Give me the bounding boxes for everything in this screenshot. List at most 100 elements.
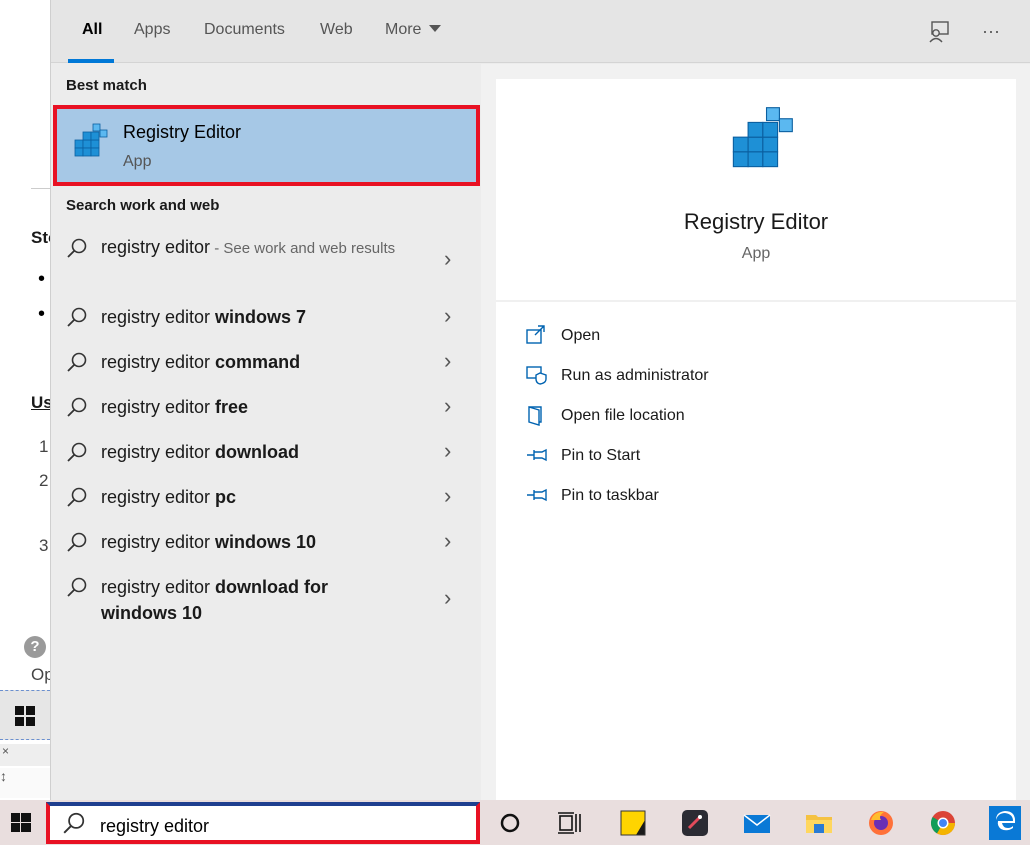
list-item[interactable]: registry editor windows 7 › bbox=[51, 303, 481, 334]
cortana-icon[interactable] bbox=[495, 808, 525, 838]
suggestion-bold: command bbox=[215, 352, 301, 372]
tab-more-label: More bbox=[385, 21, 422, 38]
preview-subtitle: App bbox=[741, 245, 771, 262]
list-item[interactable]: registry editor free › bbox=[51, 393, 481, 424]
ellipsis-icon[interactable]: ··· bbox=[978, 18, 1004, 44]
background-heading: Sto bbox=[31, 228, 50, 247]
background-bullet: • bbox=[38, 268, 46, 290]
suggestion-text: registry editor bbox=[101, 352, 216, 372]
list-item[interactable]: registry editor pc › bbox=[51, 483, 481, 514]
open-file-location-label: Open file location bbox=[561, 407, 685, 424]
list-item-text: registry editor - See work and web resul… bbox=[101, 234, 431, 262]
list-item[interactable]: registry editor - See work and web resul… bbox=[51, 234, 481, 290]
feedback-icon[interactable] bbox=[926, 18, 952, 44]
list-item-text: registry editor download bbox=[101, 439, 431, 465]
taskbar: registry editor bbox=[0, 800, 1030, 845]
pin-icon bbox=[527, 488, 547, 502]
file-location-icon bbox=[528, 406, 542, 426]
search-icon bbox=[67, 487, 87, 507]
background-list-number: 2 bbox=[39, 471, 49, 490]
suggestion-text: registry editor bbox=[101, 442, 216, 462]
search-icon bbox=[63, 812, 85, 834]
best-match-type: App bbox=[123, 153, 152, 170]
pin-to-taskbar-action[interactable]: Pin to taskbar bbox=[526, 483, 826, 511]
tab-apps[interactable]: Apps bbox=[134, 21, 170, 39]
list-item-text: registry editor command bbox=[101, 349, 431, 375]
help-icon[interactable]: ? bbox=[24, 636, 46, 658]
app-icon[interactable] bbox=[680, 808, 710, 838]
task-view-icon[interactable] bbox=[555, 808, 585, 838]
chevron-right-icon: › bbox=[444, 303, 452, 328]
run-as-admin-action[interactable]: Run as administrator bbox=[526, 363, 826, 391]
tab-more[interactable]: More bbox=[385, 21, 442, 39]
mail-icon[interactable] bbox=[742, 808, 772, 838]
run-as-admin-label: Run as administrator bbox=[561, 367, 709, 384]
open-action[interactable]: Open bbox=[526, 323, 826, 351]
windows-logo-icon[interactable] bbox=[15, 706, 35, 726]
search-icon bbox=[67, 442, 87, 462]
search-icon bbox=[67, 307, 87, 327]
best-match-heading: Best match bbox=[66, 77, 147, 94]
taskbar-search-box[interactable]: registry editor bbox=[46, 802, 480, 844]
suggestion-bold: download bbox=[215, 442, 300, 462]
suggestion-text: registry editor bbox=[101, 307, 216, 327]
chevron-right-icon: › bbox=[444, 348, 452, 373]
firefox-icon[interactable] bbox=[866, 808, 896, 838]
suggestion-text: registry editor bbox=[101, 397, 216, 417]
background-bullet: • bbox=[38, 303, 46, 325]
pin-to-start-label: Pin to Start bbox=[561, 447, 641, 464]
active-tab-indicator bbox=[68, 59, 114, 63]
list-item-text: registry editor windows 10 bbox=[101, 529, 431, 555]
chevron-right-icon: › bbox=[444, 438, 452, 463]
windows-start-icon[interactable] bbox=[0, 800, 45, 845]
search-input[interactable]: registry editor bbox=[100, 816, 209, 837]
background-list-number: 3 bbox=[39, 536, 49, 555]
results-pane: Best match Registry Editor App Search wo… bbox=[51, 64, 481, 800]
list-item[interactable]: registry editor windows 10 › bbox=[51, 528, 481, 559]
chevron-right-icon: › bbox=[444, 393, 452, 418]
list-item[interactable]: registry editor command › bbox=[51, 348, 481, 379]
chrome-icon[interactable] bbox=[928, 808, 958, 838]
divider bbox=[496, 300, 1016, 302]
search-flyout: All Apps Documents Web More ··· Best mat… bbox=[50, 0, 1030, 802]
preview-title: Registry Editor bbox=[683, 209, 829, 234]
list-item-text: registry editor download for windows 10 bbox=[101, 574, 361, 626]
list-item[interactable]: registry editor download for windows 10 … bbox=[51, 574, 481, 630]
list-item[interactable]: registry editor download › bbox=[51, 438, 481, 469]
chevron-right-icon: › bbox=[444, 483, 452, 508]
search-icon bbox=[67, 577, 87, 597]
edge-icon[interactable] bbox=[989, 806, 1021, 840]
chevron-down-icon bbox=[429, 25, 442, 32]
preview-pane: Registry Editor App Open Run as administ… bbox=[481, 64, 1030, 802]
background-link[interactable]: Us bbox=[31, 393, 50, 413]
suggestion-text: registry editor bbox=[101, 577, 216, 597]
close-icon[interactable]: × bbox=[0, 744, 50, 766]
suggestion-bold: windows 10 bbox=[215, 532, 317, 552]
background-text: Op bbox=[31, 665, 50, 684]
search-icon bbox=[67, 238, 87, 258]
file-explorer-icon[interactable] bbox=[804, 808, 834, 838]
suggestion-bold: free bbox=[215, 397, 249, 417]
tab-documents[interactable]: Documents bbox=[204, 21, 285, 39]
chevron-right-icon: › bbox=[444, 246, 452, 271]
open-label: Open bbox=[561, 327, 601, 344]
chevron-right-icon: › bbox=[444, 528, 452, 553]
suggestion-text: registry editor bbox=[101, 487, 216, 507]
suggestion-bold: windows 7 bbox=[215, 307, 307, 327]
suggestion-hint: - See work and web results bbox=[210, 240, 396, 257]
tab-web[interactable]: Web bbox=[320, 21, 353, 39]
best-match-name: Registry Editor bbox=[123, 122, 242, 142]
search-icon bbox=[67, 397, 87, 417]
preview-card: Registry Editor App Open Run as administ… bbox=[496, 79, 1016, 802]
pin-to-start-action[interactable]: Pin to Start bbox=[526, 443, 826, 471]
list-item-text: registry editor free bbox=[101, 394, 431, 420]
pin-to-taskbar-label: Pin to taskbar bbox=[561, 487, 659, 504]
registry-editor-icon bbox=[74, 123, 108, 157]
open-file-location-action[interactable]: Open file location bbox=[526, 403, 826, 431]
search-icon bbox=[67, 532, 87, 552]
move-icon[interactable]: ↕ bbox=[0, 768, 50, 798]
search-web-heading: Search work and web bbox=[66, 197, 220, 214]
best-match-result[interactable]: Registry Editor App bbox=[53, 105, 480, 186]
sticky-notes-icon[interactable] bbox=[618, 808, 648, 838]
tab-all[interactable]: All bbox=[82, 21, 102, 39]
